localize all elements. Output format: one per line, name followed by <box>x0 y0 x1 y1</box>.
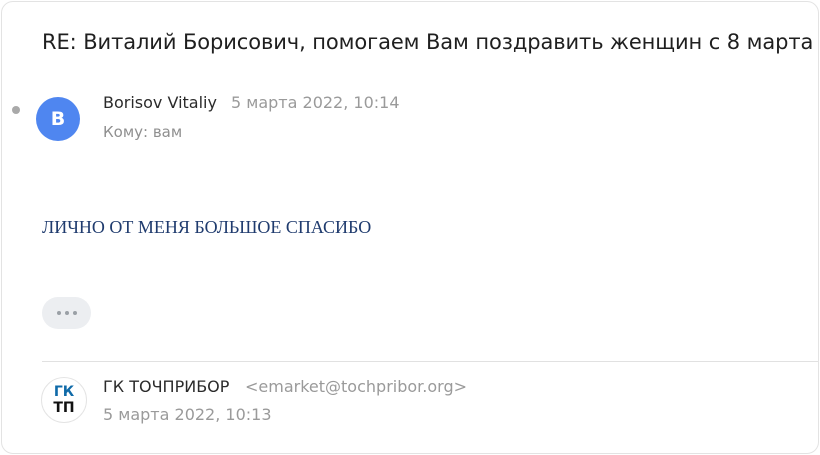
message-body: ЛИЧНО ОТ МЕНЯ БОЛЬШОЕ СПАСИБО <box>42 217 372 237</box>
ellipsis-icon <box>56 311 61 315</box>
email-message-panel: RE: Виталий Борисович, помогаем Вам позд… <box>1 1 819 454</box>
ellipsis-icon <box>64 311 69 315</box>
logo-line-1: ГК <box>53 384 75 400</box>
email-subject: RE: Виталий Борисович, помогаем Вам позд… <box>42 30 814 54</box>
recipient-line[interactable]: Кому: вам <box>103 123 182 141</box>
avatar-letter: B <box>50 108 66 130</box>
ellipsis-icon <box>72 311 77 315</box>
quoted-divider <box>42 361 818 362</box>
company-logo: ГК ТП <box>41 377 87 423</box>
message-date: 5 марта 2022, 10:14 <box>231 93 400 112</box>
quoted-sender-name[interactable]: ГК ТОЧПРИБОР <box>103 377 229 396</box>
quoted-sender-email[interactable]: <emarket@tochpribor.org> <box>245 377 467 396</box>
sender-name[interactable]: Borisov Vitaliy <box>103 93 217 112</box>
logo-line-2: ТП <box>53 400 75 416</box>
quoted-message-date: 5 марта 2022, 10:13 <box>103 405 272 424</box>
unread-dot-icon <box>12 106 20 114</box>
sender-avatar[interactable]: B <box>36 97 80 141</box>
show-quoted-button[interactable] <box>42 297 91 329</box>
